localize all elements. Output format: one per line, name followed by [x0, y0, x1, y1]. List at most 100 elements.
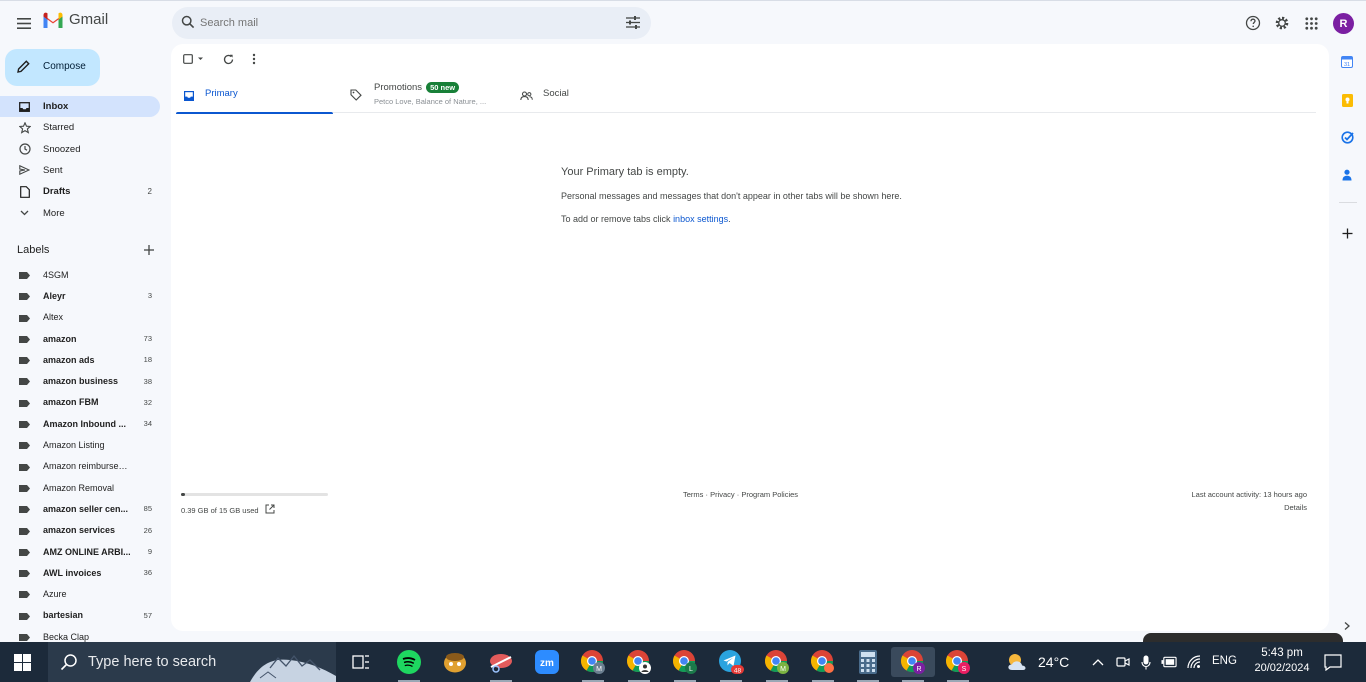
telegram-icon[interactable]: 48: [716, 647, 746, 682]
search-options-icon[interactable]: [626, 16, 640, 34]
last-account-activity: Last account activity: 13 hours ago: [1191, 490, 1308, 499]
temperature: 24°C: [1038, 654, 1070, 670]
tab-social[interactable]: Social: [513, 76, 673, 113]
details-link[interactable]: Details: [1284, 503, 1307, 512]
label-item[interactable]: Amazon Removal: [0, 477, 162, 498]
sidebar-item-drafts[interactable]: Drafts 2: [0, 181, 162, 202]
more-options-icon[interactable]: [252, 53, 256, 65]
input-language[interactable]: ENG: [1212, 655, 1237, 667]
network-icon[interactable]: [1187, 654, 1203, 670]
system-clock[interactable]: 5:43 pm 20/02/2024: [1244, 646, 1320, 674]
label-item[interactable]: AWL invoices 36: [0, 562, 162, 583]
label-name: Amazon reimbursement: [43, 461, 133, 472]
taskbar-search[interactable]: Type here to search: [48, 642, 336, 682]
side-panel: 31: [1331, 44, 1366, 642]
microphone-icon[interactable]: [1138, 654, 1154, 670]
search-input[interactable]: [200, 7, 600, 39]
svg-text:zm: zm: [540, 658, 554, 669]
inbox-icon: [18, 100, 31, 113]
sidebar-item-snoozed[interactable]: Snoozed: [0, 139, 162, 160]
notification-center-icon[interactable]: [1324, 654, 1342, 672]
label-item[interactable]: Aleyr 3: [0, 285, 162, 306]
new-count-badge: 50 new: [426, 82, 460, 93]
battery-icon[interactable]: [1161, 654, 1177, 670]
label-name: Amazon Removal: [43, 482, 115, 493]
sidebar-item-more[interactable]: More: [0, 202, 162, 223]
get-addons-icon[interactable]: [1340, 226, 1354, 240]
search-icon[interactable]: [181, 15, 195, 34]
label-item[interactable]: Amazon Inbound ... 34: [0, 413, 162, 434]
camera-in-use-icon[interactable]: [1115, 654, 1131, 670]
label-item[interactable]: Altex: [0, 307, 162, 328]
label-item[interactable]: Amazon reimbursement: [0, 456, 162, 477]
empty-state-hint: To add or remove tabs click inbox settin…: [561, 214, 731, 224]
chrome-icon[interactable]: [808, 647, 838, 682]
search-bar[interactable]: [172, 7, 651, 39]
compose-button[interactable]: Compose: [5, 49, 100, 86]
sidebar-item-inbox[interactable]: Inbox: [0, 96, 160, 118]
main-menu-icon[interactable]: [14, 13, 34, 33]
select-all-checkbox[interactable]: [183, 53, 205, 65]
weather-widget[interactable]: 24°C: [1006, 652, 1069, 672]
label-item[interactable]: Amazon Listing: [0, 434, 162, 455]
sidebar-item-starred[interactable]: Starred: [0, 117, 162, 138]
gmail-logo[interactable]: Gmail: [42, 11, 108, 28]
game-app-icon[interactable]: [440, 647, 470, 677]
storage-usage-text[interactable]: 0.39 GB of 15 GB used: [181, 506, 259, 515]
chevron-right-icon[interactable]: [1342, 618, 1352, 630]
label-item[interactable]: amazon business 38: [0, 370, 162, 391]
chrome-profile-r-icon[interactable]: R: [891, 647, 935, 682]
label-item[interactable]: amazon 73: [0, 328, 162, 349]
zoom-icon[interactable]: zm: [532, 647, 562, 677]
label-item[interactable]: amazon services 26: [0, 520, 162, 541]
tasks-icon[interactable]: [1340, 130, 1354, 144]
windows-start-icon[interactable]: [14, 654, 31, 671]
label-unread-count: 34: [143, 419, 152, 429]
chrome-profile-icon[interactable]: [624, 647, 654, 682]
chrome-profile-s-icon[interactable]: S: [943, 647, 973, 682]
sidebar-item-label: Starred: [43, 122, 75, 134]
show-hidden-icons-chevron-icon[interactable]: [1090, 654, 1106, 670]
help-icon[interactable]: [1244, 14, 1262, 32]
spotify-icon[interactable]: [394, 647, 424, 682]
label-item[interactable]: 4SGM: [0, 264, 162, 285]
label-item[interactable]: AMZ ONLINE ARBI... 9: [0, 541, 162, 562]
contacts-icon[interactable]: [1340, 168, 1354, 182]
account-avatar[interactable]: R: [1333, 13, 1354, 34]
label-name: Becka Clap: [43, 631, 90, 642]
star-icon: [18, 121, 31, 134]
keep-icon[interactable]: [1340, 93, 1354, 107]
settings-gear-icon[interactable]: [1273, 14, 1291, 32]
label-item[interactable]: Azure: [0, 583, 162, 604]
pencil-icon: [17, 60, 30, 78]
mail-toolbar: [171, 44, 1329, 74]
label-name: Amazon Inbound ...: [43, 418, 126, 429]
snipping-tool-icon[interactable]: [486, 647, 516, 682]
program-policies-link[interactable]: Program Policies: [741, 490, 798, 499]
sidebar-item-sent[interactable]: Sent: [0, 160, 162, 181]
refresh-icon[interactable]: [223, 53, 234, 65]
calendar-icon[interactable]: 31: [1340, 55, 1354, 69]
calculator-icon[interactable]: [853, 647, 883, 682]
add-label-icon[interactable]: [143, 243, 155, 255]
inbox-settings-link[interactable]: inbox settings: [673, 214, 728, 224]
promotions-header: Promotions 50 new: [374, 82, 460, 93]
label-name: amazon FBM: [43, 397, 99, 408]
chrome-profile-m-icon[interactable]: M: [578, 647, 608, 682]
label-item[interactable]: amazon FBM 32: [0, 392, 162, 413]
terms-link[interactable]: Terms: [683, 490, 703, 499]
label-item[interactable]: amazon ads 18: [0, 349, 162, 370]
label-tag-icon: [19, 463, 30, 471]
chrome-profile-m-green-icon[interactable]: M: [762, 647, 792, 682]
side-panel-divider: [1339, 202, 1357, 203]
tab-primary[interactable]: Primary: [176, 76, 333, 114]
label-item[interactable]: Becka Clap: [0, 626, 162, 642]
privacy-link[interactable]: Privacy: [710, 490, 735, 499]
label-tag-icon: [19, 399, 30, 407]
label-item[interactable]: bartesian 57: [0, 605, 162, 626]
external-link-icon[interactable]: [265, 504, 275, 516]
chrome-profile-l-icon[interactable]: L: [670, 647, 700, 682]
task-view-icon[interactable]: [346, 647, 376, 677]
label-item[interactable]: amazon seller cen... 85: [0, 498, 162, 519]
google-apps-icon[interactable]: [1302, 14, 1320, 32]
